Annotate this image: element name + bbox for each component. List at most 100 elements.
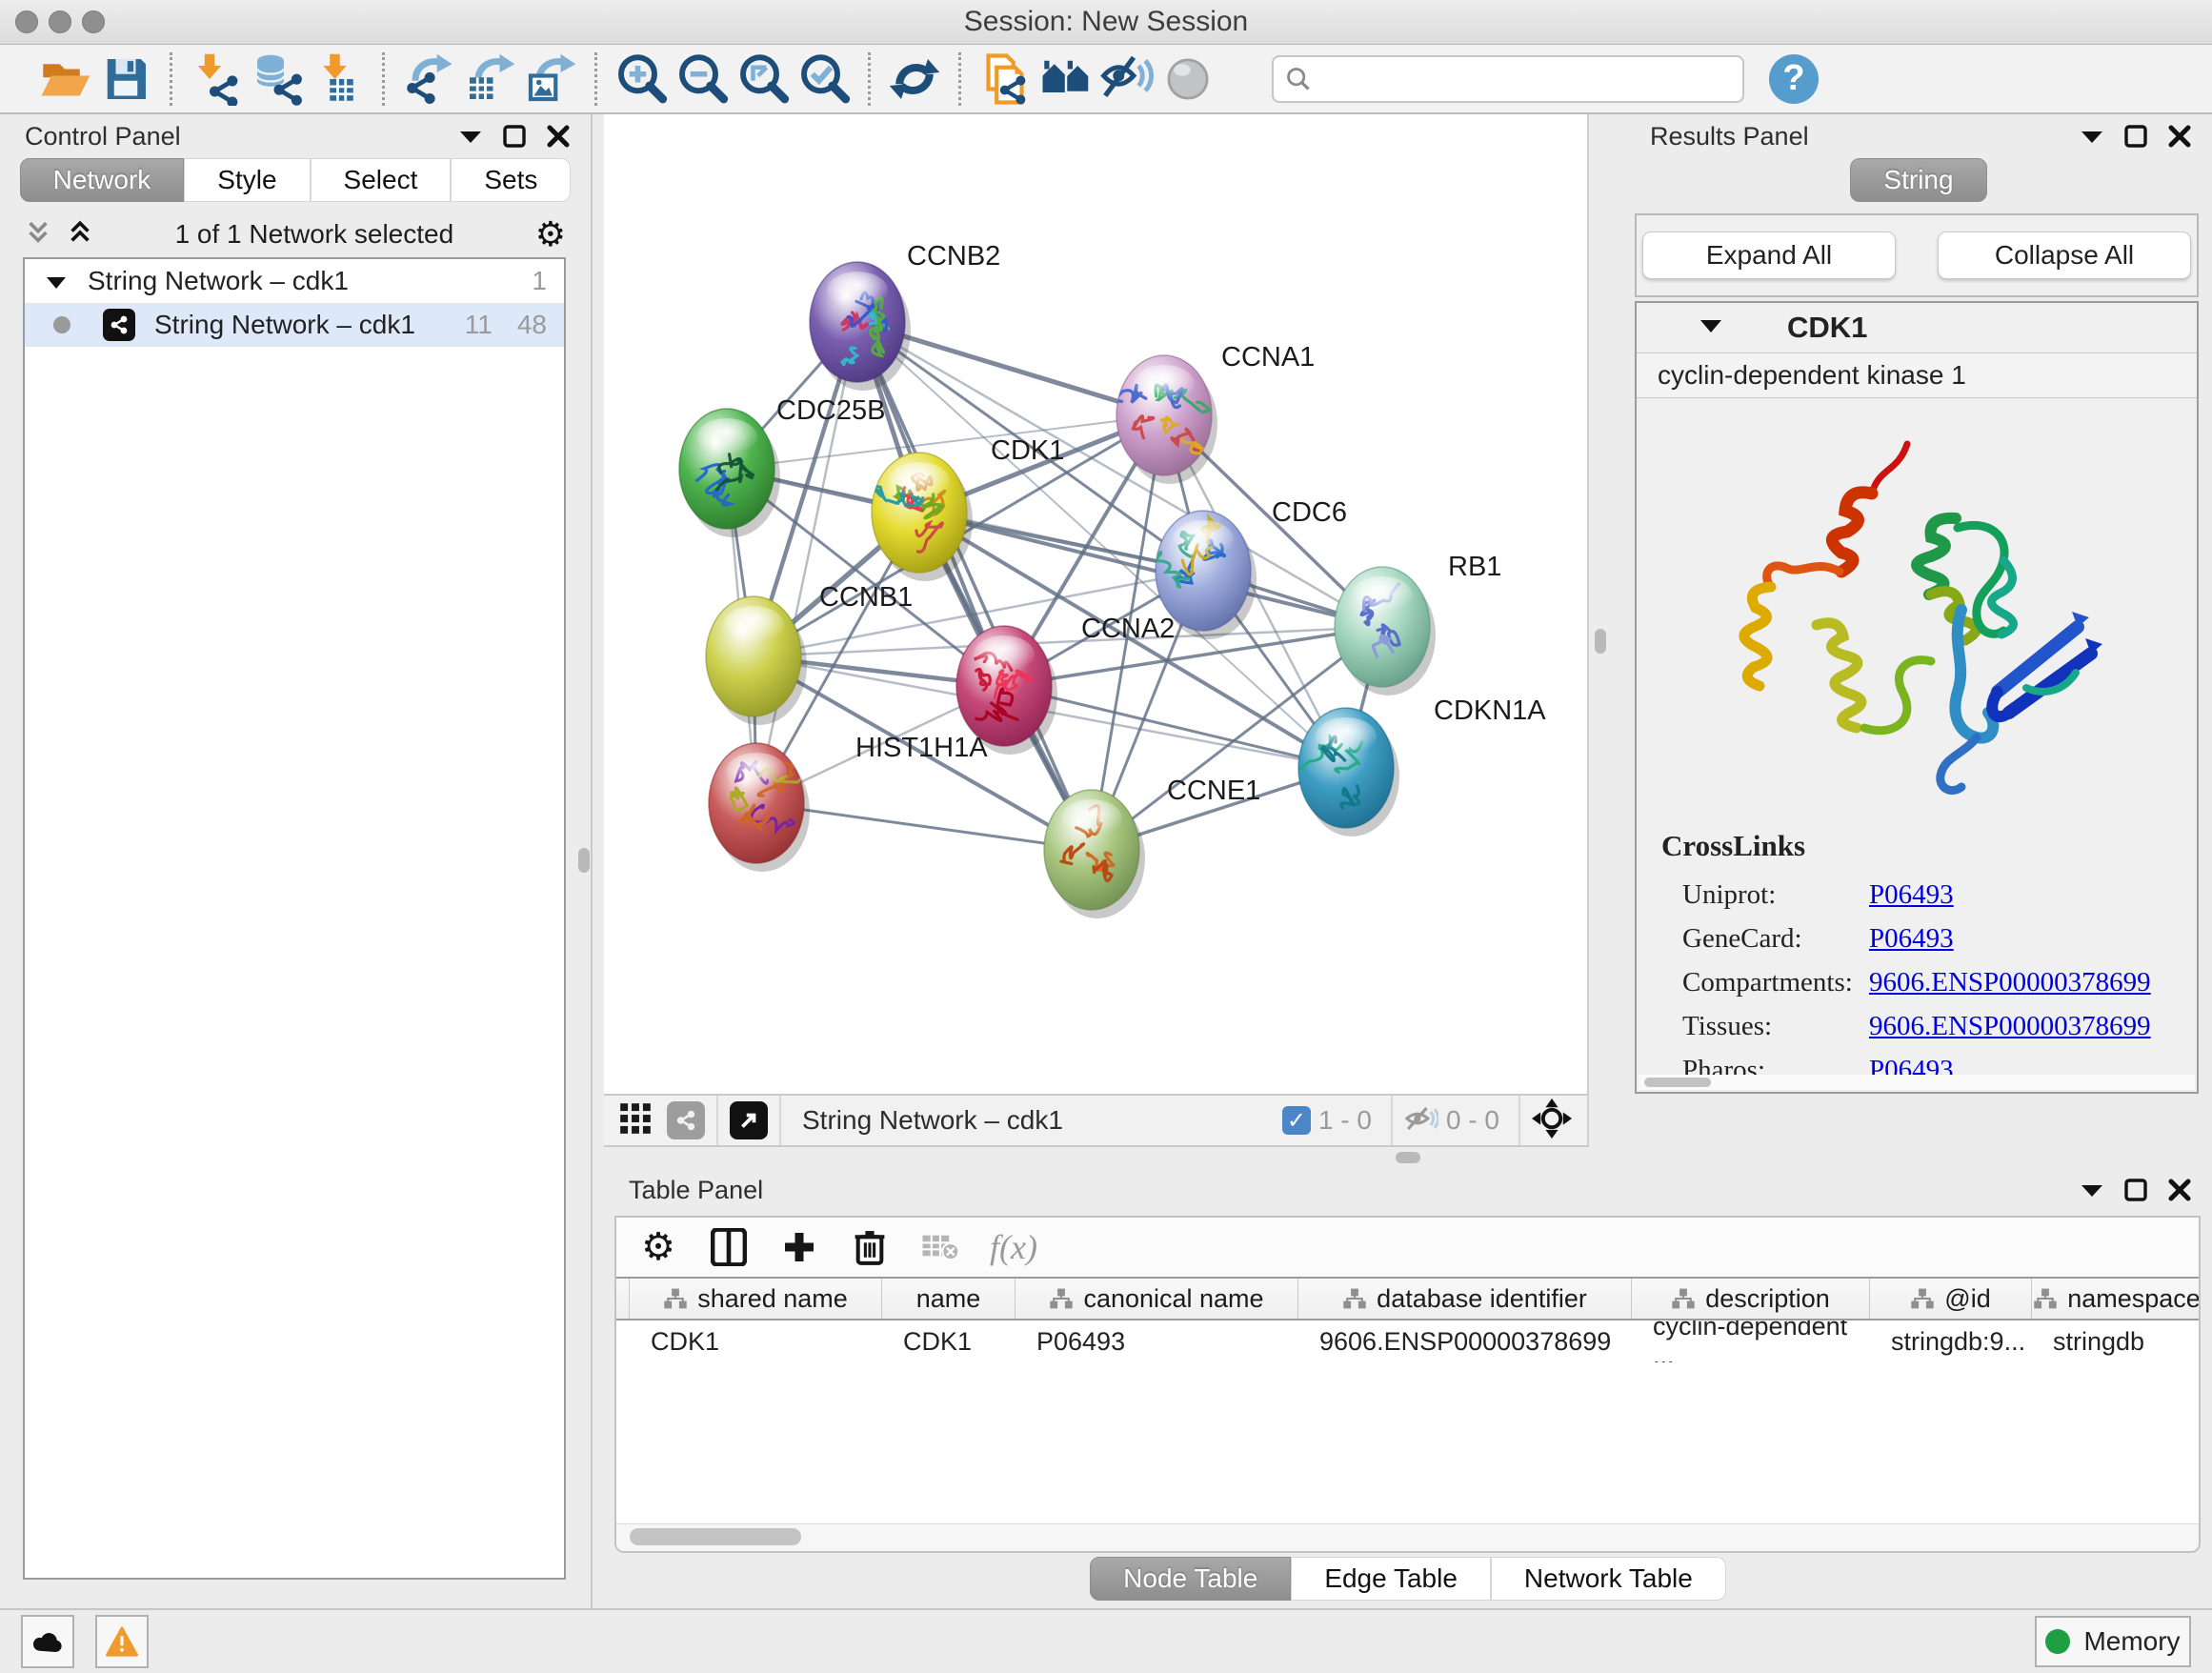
network-options-gear-icon[interactable]: ⚙ xyxy=(535,214,566,254)
panel-close-icon[interactable] xyxy=(547,125,570,148)
birdseye-view-icon[interactable] xyxy=(1532,1099,1572,1143)
cell-description[interactable]: cyclin-dependent ... xyxy=(1632,1320,1870,1362)
export-network-icon[interactable] xyxy=(398,49,459,110)
column-type-icon xyxy=(2033,1287,2058,1310)
expand-all-chevron-icon[interactable] xyxy=(67,233,93,250)
column-header-description[interactable]: description xyxy=(1632,1279,1870,1319)
cell-@id[interactable]: stringdb:9... xyxy=(1870,1320,2032,1362)
node-CCNA1[interactable]: CCNA1 xyxy=(1116,342,1315,484)
table-row[interactable]: CDK1CDK1P064939606.ENSP00000378699cyclin… xyxy=(616,1320,2199,1362)
crosslinks-block: CrossLinks Uniprot:P06493GeneCard:P06493… xyxy=(1637,829,2197,1092)
horizontal-splitter-handle[interactable] xyxy=(1396,1152,1420,1163)
hide-selected-icon[interactable] xyxy=(1096,49,1157,110)
panel-float-caret-icon[interactable] xyxy=(459,129,482,144)
import-table-icon[interactable] xyxy=(308,49,369,110)
node-CCNB2[interactable]: CCNB2 xyxy=(810,241,1000,391)
tab-network-table[interactable]: Network Table xyxy=(1491,1557,1726,1601)
cell-database-identifier[interactable]: 9606.ENSP00000378699 xyxy=(1298,1320,1632,1362)
panel-float-caret-icon[interactable] xyxy=(2081,129,2103,144)
cell-canonical-name[interactable]: P06493 xyxy=(1016,1320,1298,1362)
column-header-namespace[interactable]: namespace xyxy=(2032,1279,2201,1319)
results-splitter[interactable] xyxy=(1587,114,1627,1168)
tab-string[interactable]: String xyxy=(1850,158,1986,202)
crosslink-link[interactable]: 9606.ENSP00000378699 xyxy=(1869,967,2151,998)
node-CDKN1A[interactable]: CDKN1A xyxy=(1298,695,1546,836)
node-CCNA2[interactable]: CCNA2 xyxy=(956,614,1175,755)
column-header-canonical-name[interactable]: canonical name xyxy=(1016,1279,1298,1319)
tab-style[interactable]: Style xyxy=(184,158,310,202)
network-graph[interactable]: CCNB2CCNA1CDC25BCDK1CDC6RB1CCNB1CCNA2CDK… xyxy=(604,114,1587,1094)
toolbar-separator xyxy=(594,52,597,106)
column-header-shared-name[interactable]: shared name xyxy=(630,1279,882,1319)
cloud-status-button[interactable] xyxy=(21,1615,74,1668)
hidden-node-edge-counts: 0 - 0 xyxy=(1446,1105,1499,1136)
table-header-row: shared namenamecanonical namedatabase id… xyxy=(616,1279,2199,1320)
export-image-icon[interactable] xyxy=(520,49,581,110)
right-splitter-handle[interactable] xyxy=(1595,629,1606,654)
open-in-new-window-icon[interactable] xyxy=(730,1101,768,1139)
save-session-icon[interactable] xyxy=(95,49,156,110)
panel-close-icon[interactable] xyxy=(2168,125,2191,148)
current-network-dot-icon xyxy=(53,316,70,333)
zoom-fit-icon[interactable] xyxy=(733,49,794,110)
open-session-icon[interactable] xyxy=(34,49,95,110)
table-hscrollbar[interactable] xyxy=(616,1523,2199,1551)
search-input[interactable] xyxy=(1319,60,1742,98)
crosslink-link[interactable]: P06493 xyxy=(1869,923,1954,955)
tab-node-table[interactable]: Node Table xyxy=(1090,1557,1291,1601)
warnings-button[interactable] xyxy=(95,1615,149,1668)
node-CDC6[interactable]: CDC6 xyxy=(1156,497,1347,639)
section-collapse-caret-icon[interactable] xyxy=(1699,317,1722,338)
collapse-all-chevron-icon[interactable] xyxy=(25,233,51,250)
apply-layout-icon[interactable] xyxy=(884,49,945,110)
network-canvas[interactable]: CCNB2CCNA1CDC25BCDK1CDC6RB1CCNB1CCNA2CDK… xyxy=(604,114,1587,1094)
zoom-in-icon[interactable] xyxy=(611,49,672,110)
left-splitter-handle[interactable] xyxy=(578,848,590,873)
help-button[interactable]: ? xyxy=(1769,54,1819,104)
crosslink-link[interactable]: 9606.ENSP00000378699 xyxy=(1869,1011,2151,1042)
cell-name[interactable]: CDK1 xyxy=(882,1320,1016,1362)
collapse-caret-icon[interactable] xyxy=(46,266,67,296)
node-HIST1H1A[interactable]: HIST1H1A xyxy=(709,733,988,872)
new-network-from-selection-icon[interactable] xyxy=(975,49,1036,110)
network-row-selected[interactable]: String Network – cdk1 11 48 xyxy=(25,303,564,347)
node-CDC25B[interactable]: CDC25B xyxy=(679,395,885,537)
node-section-header[interactable]: CDK1 xyxy=(1637,303,2197,353)
results-hscrollbar[interactable] xyxy=(1639,1075,2195,1090)
memory-button[interactable]: Memory xyxy=(2035,1616,2191,1667)
node-CDK1[interactable]: CDK1 xyxy=(872,435,1064,581)
panel-maximize-icon[interactable] xyxy=(2124,125,2147,148)
tab-network[interactable]: Network xyxy=(20,158,185,202)
panel-close-icon[interactable] xyxy=(2168,1179,2191,1201)
import-network-file-icon[interactable] xyxy=(186,49,247,110)
panel-maximize-icon[interactable] xyxy=(503,125,526,148)
column-header-@id[interactable]: @id xyxy=(1870,1279,2032,1319)
network-collection-row[interactable]: String Network – cdk1 1 xyxy=(25,259,564,303)
network-share-view-icon[interactable] xyxy=(667,1101,705,1139)
first-neighbors-icon[interactable] xyxy=(1036,49,1096,110)
grid-view-icon[interactable] xyxy=(617,1100,654,1141)
collapse-all-button[interactable]: Collapse All xyxy=(1938,232,2191,279)
node-CCNE1[interactable]: CCNE1 xyxy=(1044,776,1260,918)
expand-all-button[interactable]: Expand All xyxy=(1642,232,1896,279)
show-columns-icon[interactable] xyxy=(708,1226,750,1268)
column-header-name[interactable]: name xyxy=(882,1279,1016,1319)
crosslink-link[interactable]: P06493 xyxy=(1869,879,1954,911)
delete-column-trash-icon[interactable] xyxy=(849,1226,891,1268)
column-header-database-identifier[interactable]: database identifier xyxy=(1298,1279,1632,1319)
tab-sets[interactable]: Sets xyxy=(451,158,571,202)
zoom-out-icon[interactable] xyxy=(672,49,733,110)
tab-edge-table[interactable]: Edge Table xyxy=(1291,1557,1491,1601)
panel-maximize-icon[interactable] xyxy=(2124,1179,2147,1201)
node-RB1[interactable]: RB1 xyxy=(1335,552,1501,695)
cell-shared-name[interactable]: CDK1 xyxy=(630,1320,882,1362)
export-table-icon[interactable] xyxy=(459,49,520,110)
selected-checkbox-icon[interactable]: ✓ xyxy=(1282,1106,1311,1135)
tab-select[interactable]: Select xyxy=(311,158,452,202)
import-network-database-icon[interactable] xyxy=(247,49,308,110)
create-column-plus-icon[interactable] xyxy=(778,1226,820,1268)
zoom-selected-icon[interactable] xyxy=(794,49,855,110)
cell-namespace[interactable]: stringdb xyxy=(2032,1320,2201,1362)
panel-float-caret-icon[interactable] xyxy=(2081,1182,2103,1198)
table-settings-gear-icon[interactable]: ⚙ xyxy=(637,1226,679,1268)
